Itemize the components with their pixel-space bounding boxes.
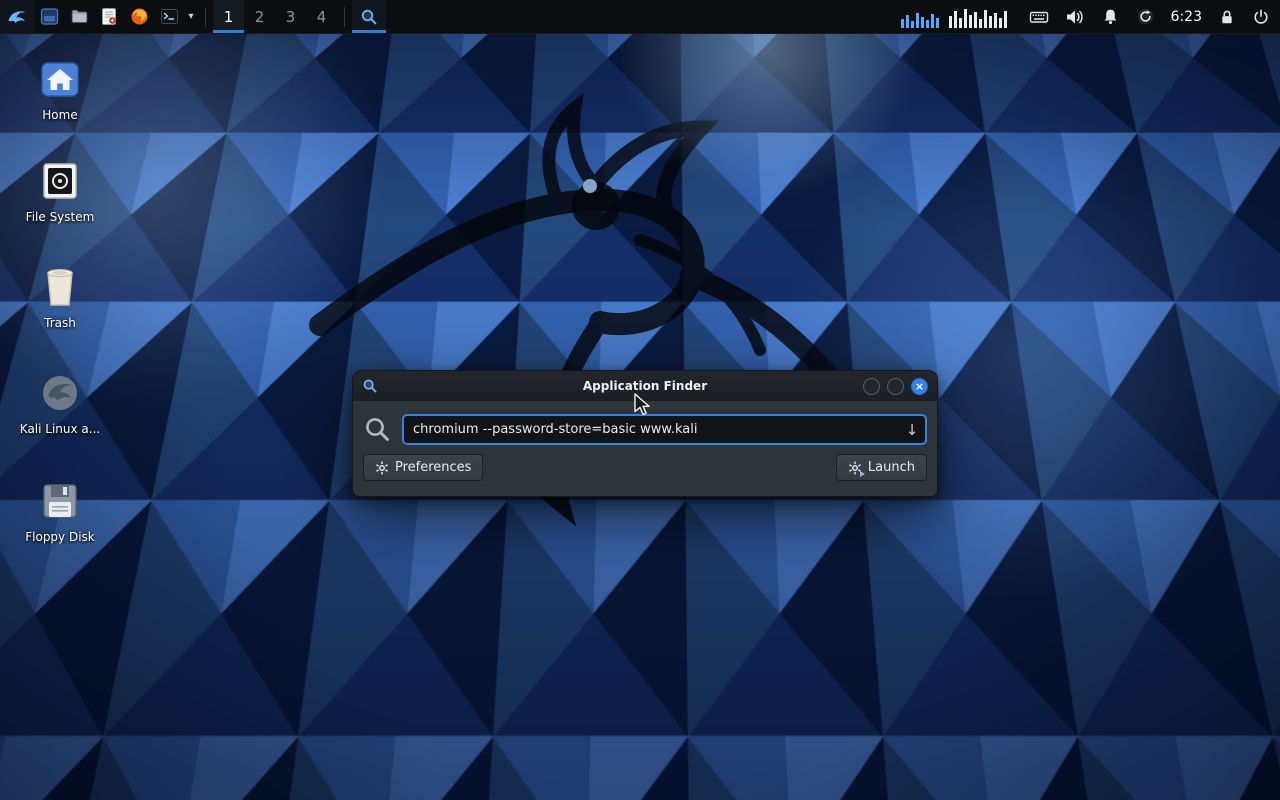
panel-left-cluster: ▾ 1 2 3 4 [0, 0, 386, 33]
workspace-button-1[interactable]: 1 [213, 0, 244, 33]
launch-button[interactable]: Launch [836, 454, 927, 481]
close-button[interactable]: × [911, 378, 928, 395]
launch-icon [848, 461, 862, 475]
window-buttons: × [863, 378, 928, 395]
maximize-button[interactable] [887, 378, 904, 395]
lock-screen-icon[interactable] [1218, 8, 1236, 26]
window-magnifier-icon [362, 378, 378, 394]
audio-visualizer-icon[interactable] [901, 6, 1013, 28]
launch-label: Launch [868, 460, 915, 475]
command-input[interactable] [413, 422, 899, 437]
file-manager-launcher[interactable] [34, 0, 64, 33]
workspace-button-2[interactable]: 2 [244, 0, 275, 33]
magnifier-icon [360, 8, 378, 26]
logout-power-icon[interactable] [1252, 8, 1270, 26]
top-panel: ▾ 1 2 3 4 [0, 0, 1280, 34]
entry-dropdown-arrow[interactable]: ↓ [899, 421, 925, 439]
firefox-launcher[interactable] [124, 0, 154, 33]
terminal-dropdown-caret[interactable]: ▾ [184, 0, 198, 33]
desktop-icon-file-system[interactable]: File System [6, 158, 114, 224]
taskbar-application-finder[interactable] [352, 0, 386, 33]
applications-menu-button[interactable] [0, 0, 34, 33]
terminal-launcher[interactable] [154, 0, 184, 33]
workspace-button-3[interactable]: 3 [275, 0, 306, 33]
application-finder-window: Application Finder × ↓ [352, 370, 938, 497]
action-row: Preferences Launch [353, 445, 937, 481]
window-title: Application Finder [353, 379, 937, 393]
file-system-icon [39, 158, 81, 204]
firefox-icon [130, 7, 149, 26]
desktop-icon-label: File System [26, 210, 95, 224]
terminal-icon [160, 7, 179, 26]
caret-down-icon: ▾ [188, 11, 193, 22]
desktop-icon-label: Home [42, 108, 77, 122]
desktop-icon-floppy-disk[interactable]: Floppy Disk [6, 478, 114, 544]
panel-separator [344, 7, 345, 27]
workspace-button-4[interactable]: 4 [306, 0, 337, 33]
command-entry: ↓ [402, 414, 927, 445]
search-row: ↓ [353, 401, 937, 445]
update-indicator-icon[interactable] [1136, 7, 1155, 26]
panel-separator [205, 7, 206, 27]
floppy-disk-icon [39, 478, 81, 524]
trash-icon [40, 264, 80, 310]
text-editor-launcher[interactable] [94, 0, 124, 33]
text-editor-icon [100, 7, 118, 26]
files-launcher[interactable] [64, 0, 94, 33]
desktop-icon-label: Floppy Disk [25, 530, 95, 544]
panel-clock[interactable]: 6:23 [1171, 9, 1202, 25]
window-titlebar[interactable]: Application Finder × [353, 371, 937, 401]
folder-icon [70, 7, 89, 26]
desktop-icon-label: Trash [44, 316, 76, 330]
home-icon [38, 56, 82, 102]
keyboard-layout-icon[interactable] [1029, 7, 1049, 27]
kali-docs-icon [39, 370, 81, 416]
preferences-button[interactable]: Preferences [363, 454, 483, 481]
desktop-icon-home[interactable]: Home [6, 56, 114, 122]
gear-icon [375, 461, 389, 475]
search-icon [364, 416, 391, 443]
preferences-label: Preferences [395, 460, 471, 475]
desktop-icon-label: Kali Linux a... [20, 422, 100, 436]
file-manager-icon [40, 7, 59, 26]
panel-right-cluster: 6:23 [901, 0, 1280, 33]
kali-logo-icon [6, 6, 28, 28]
notifications-bell-icon[interactable] [1101, 7, 1120, 26]
minimize-button[interactable] [863, 378, 880, 395]
volume-icon[interactable] [1065, 7, 1085, 27]
desktop-icon-kali-linux[interactable]: Kali Linux a... [6, 370, 114, 436]
desktop-icon-trash[interactable]: Trash [6, 264, 114, 330]
